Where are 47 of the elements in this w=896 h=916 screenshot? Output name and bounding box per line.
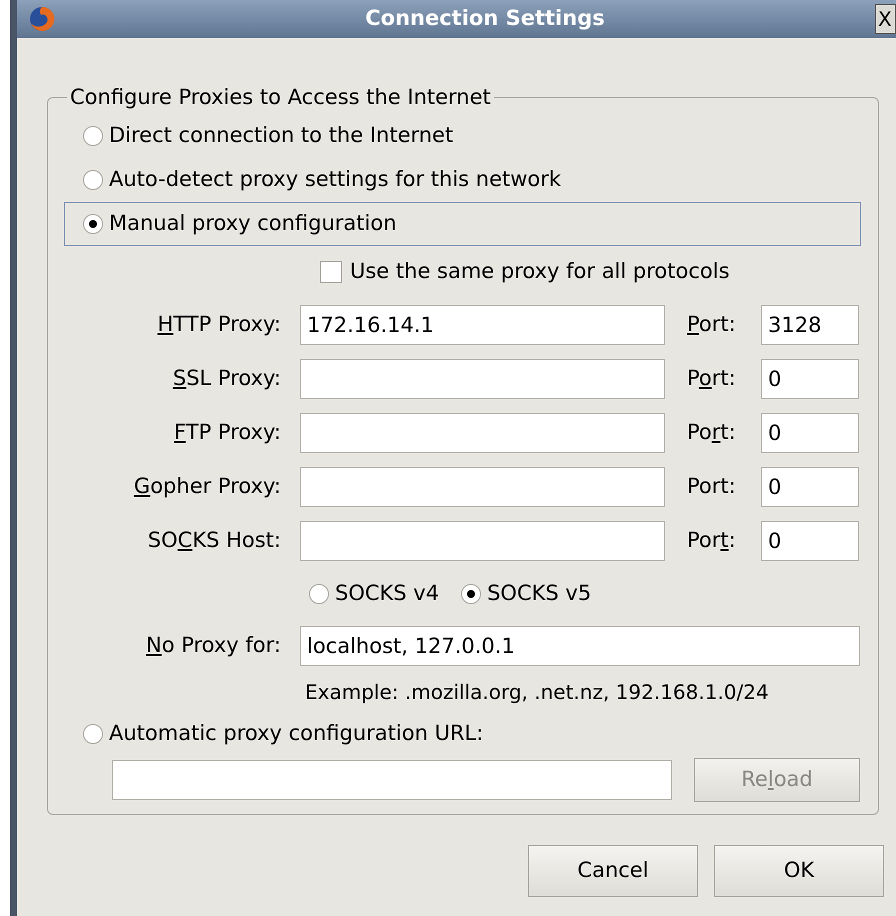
port-label: Port:	[687, 418, 737, 446]
group-title: Configure Proxies to Access the Internet	[69, 84, 492, 111]
socks-version-label: SOCKS v5	[487, 580, 592, 607]
port-label: Port:	[687, 472, 737, 500]
proxy-field[interactable]	[300, 520, 665, 560]
option-label: Auto-detect proxy settings for this network	[109, 166, 562, 193]
proxy-label: SSL Proxy:	[172, 364, 281, 392]
proxy-mode-option[interactable]: Manual proxy configuration	[64, 202, 861, 246]
proxy-field[interactable]	[300, 412, 665, 452]
socks-version-label: SOCKS v4	[335, 580, 440, 607]
proxy-label: Gopher Proxy:	[132, 472, 281, 500]
port-label: Port:	[687, 310, 737, 338]
radio-button[interactable]	[461, 584, 482, 604]
port-label: Port:	[687, 364, 737, 392]
radio-button[interactable]	[83, 170, 103, 190]
proxy-label: SOCKS Host:	[146, 526, 281, 554]
radio-button[interactable]	[309, 584, 329, 604]
close-button[interactable]: X	[875, 4, 896, 34]
proxy-field[interactable]: 172.16.14.1	[300, 304, 665, 344]
port-field[interactable]: 0	[761, 412, 859, 452]
radio-button[interactable]	[83, 724, 103, 744]
option-label: Automatic proxy configuration URL:	[109, 720, 484, 747]
proxy-label: FTP Proxy:	[173, 418, 281, 446]
no-proxy-field[interactable]: localhost, 127.0.0.1	[300, 626, 860, 666]
port-field[interactable]: 0	[761, 466, 859, 506]
proxy-mode-option[interactable]: Direct connection to the Internet	[64, 114, 861, 158]
radio-button[interactable]	[83, 126, 103, 146]
checkbox-label: Use the same proxy for all protocols	[350, 258, 730, 285]
dialog-button[interactable]: OK	[714, 844, 884, 896]
proxy-label: HTTP Proxy:	[156, 310, 281, 338]
checkbox[interactable]	[320, 260, 342, 282]
port-field[interactable]: 3128	[761, 304, 859, 344]
window-title: Connection Settings	[364, 5, 606, 32]
radio-button[interactable]	[83, 214, 103, 234]
option-label: Direct connection to the Internet	[109, 122, 454, 149]
dialog-button[interactable]: Cancel	[528, 844, 698, 896]
option-label: Manual proxy configuration	[109, 210, 397, 237]
example-text: Example: .mozilla.org, .net.nz, 192.168.1.0/24	[305, 678, 769, 706]
port-field[interactable]: 0	[761, 358, 859, 398]
port-label: Port:	[687, 526, 737, 554]
port-field[interactable]: 0	[761, 520, 859, 560]
browser-logo-icon	[29, 6, 55, 32]
proxy-field[interactable]	[300, 358, 665, 398]
proxy-field[interactable]	[300, 466, 665, 506]
url-field[interactable]	[112, 760, 672, 800]
proxy-mode-option[interactable]: Auto-detect proxy settings for this network	[64, 158, 861, 202]
no-proxy-label: No Proxy for:	[144, 632, 281, 659]
